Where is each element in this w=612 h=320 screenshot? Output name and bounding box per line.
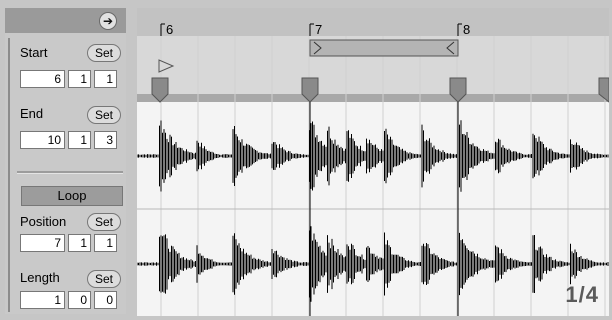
sample-box-header: ➔ [5, 8, 126, 33]
length-sixteenth-field[interactable]: 0 [94, 291, 117, 309]
length-label: Length [20, 270, 60, 285]
start-beat-field[interactable]: 1 [68, 70, 91, 88]
length-bar-field[interactable]: 1 [20, 291, 65, 309]
start-sixteenth-field[interactable]: 1 [94, 70, 117, 88]
panel-divider [8, 38, 10, 312]
loop-button[interactable]: Loop [21, 186, 123, 206]
start-label: Start [20, 45, 48, 60]
start-set-button[interactable]: Set [87, 44, 121, 62]
bar-number-8: 8 [463, 22, 470, 37]
length-set-button[interactable]: Set [87, 270, 121, 288]
end-bar-field[interactable]: 10 [20, 131, 65, 149]
arrow-right-icon[interactable]: ➔ [99, 12, 117, 30]
bar-ruler[interactable] [137, 8, 609, 36]
clip-view: ➔ Start Set 6 1 1 End Set 10 1 3 Loop Po… [0, 0, 612, 320]
sample-editor-canvas: 6 7 8 [137, 8, 609, 316]
separator [17, 171, 123, 174]
position-set-button[interactable]: Set [87, 213, 121, 231]
end-sixteenth-field[interactable]: 3 [94, 131, 117, 149]
bar-number-7: 7 [315, 22, 322, 37]
length-beat-field[interactable]: 0 [68, 291, 91, 309]
end-label: End [20, 106, 44, 121]
grid-scale-label: 1/4 [565, 282, 599, 307]
position-beat-field[interactable]: 1 [68, 234, 91, 252]
position-bar-field[interactable]: 7 [20, 234, 65, 252]
position-label: Position [20, 214, 67, 229]
position-sixteenth-field[interactable]: 1 [94, 234, 117, 252]
end-set-button[interactable]: Set [87, 106, 121, 124]
sample-box: ➔ Start Set 6 1 1 End Set 10 1 3 Loop Po… [5, 8, 126, 314]
marker-rail [137, 94, 609, 102]
end-beat-field[interactable]: 1 [68, 131, 91, 149]
start-bar-field[interactable]: 6 [20, 70, 65, 88]
sample-editor: 6 7 8 1/4 [137, 8, 609, 316]
loop-brace[interactable] [309, 39, 459, 57]
bar-number-6: 6 [166, 22, 173, 37]
